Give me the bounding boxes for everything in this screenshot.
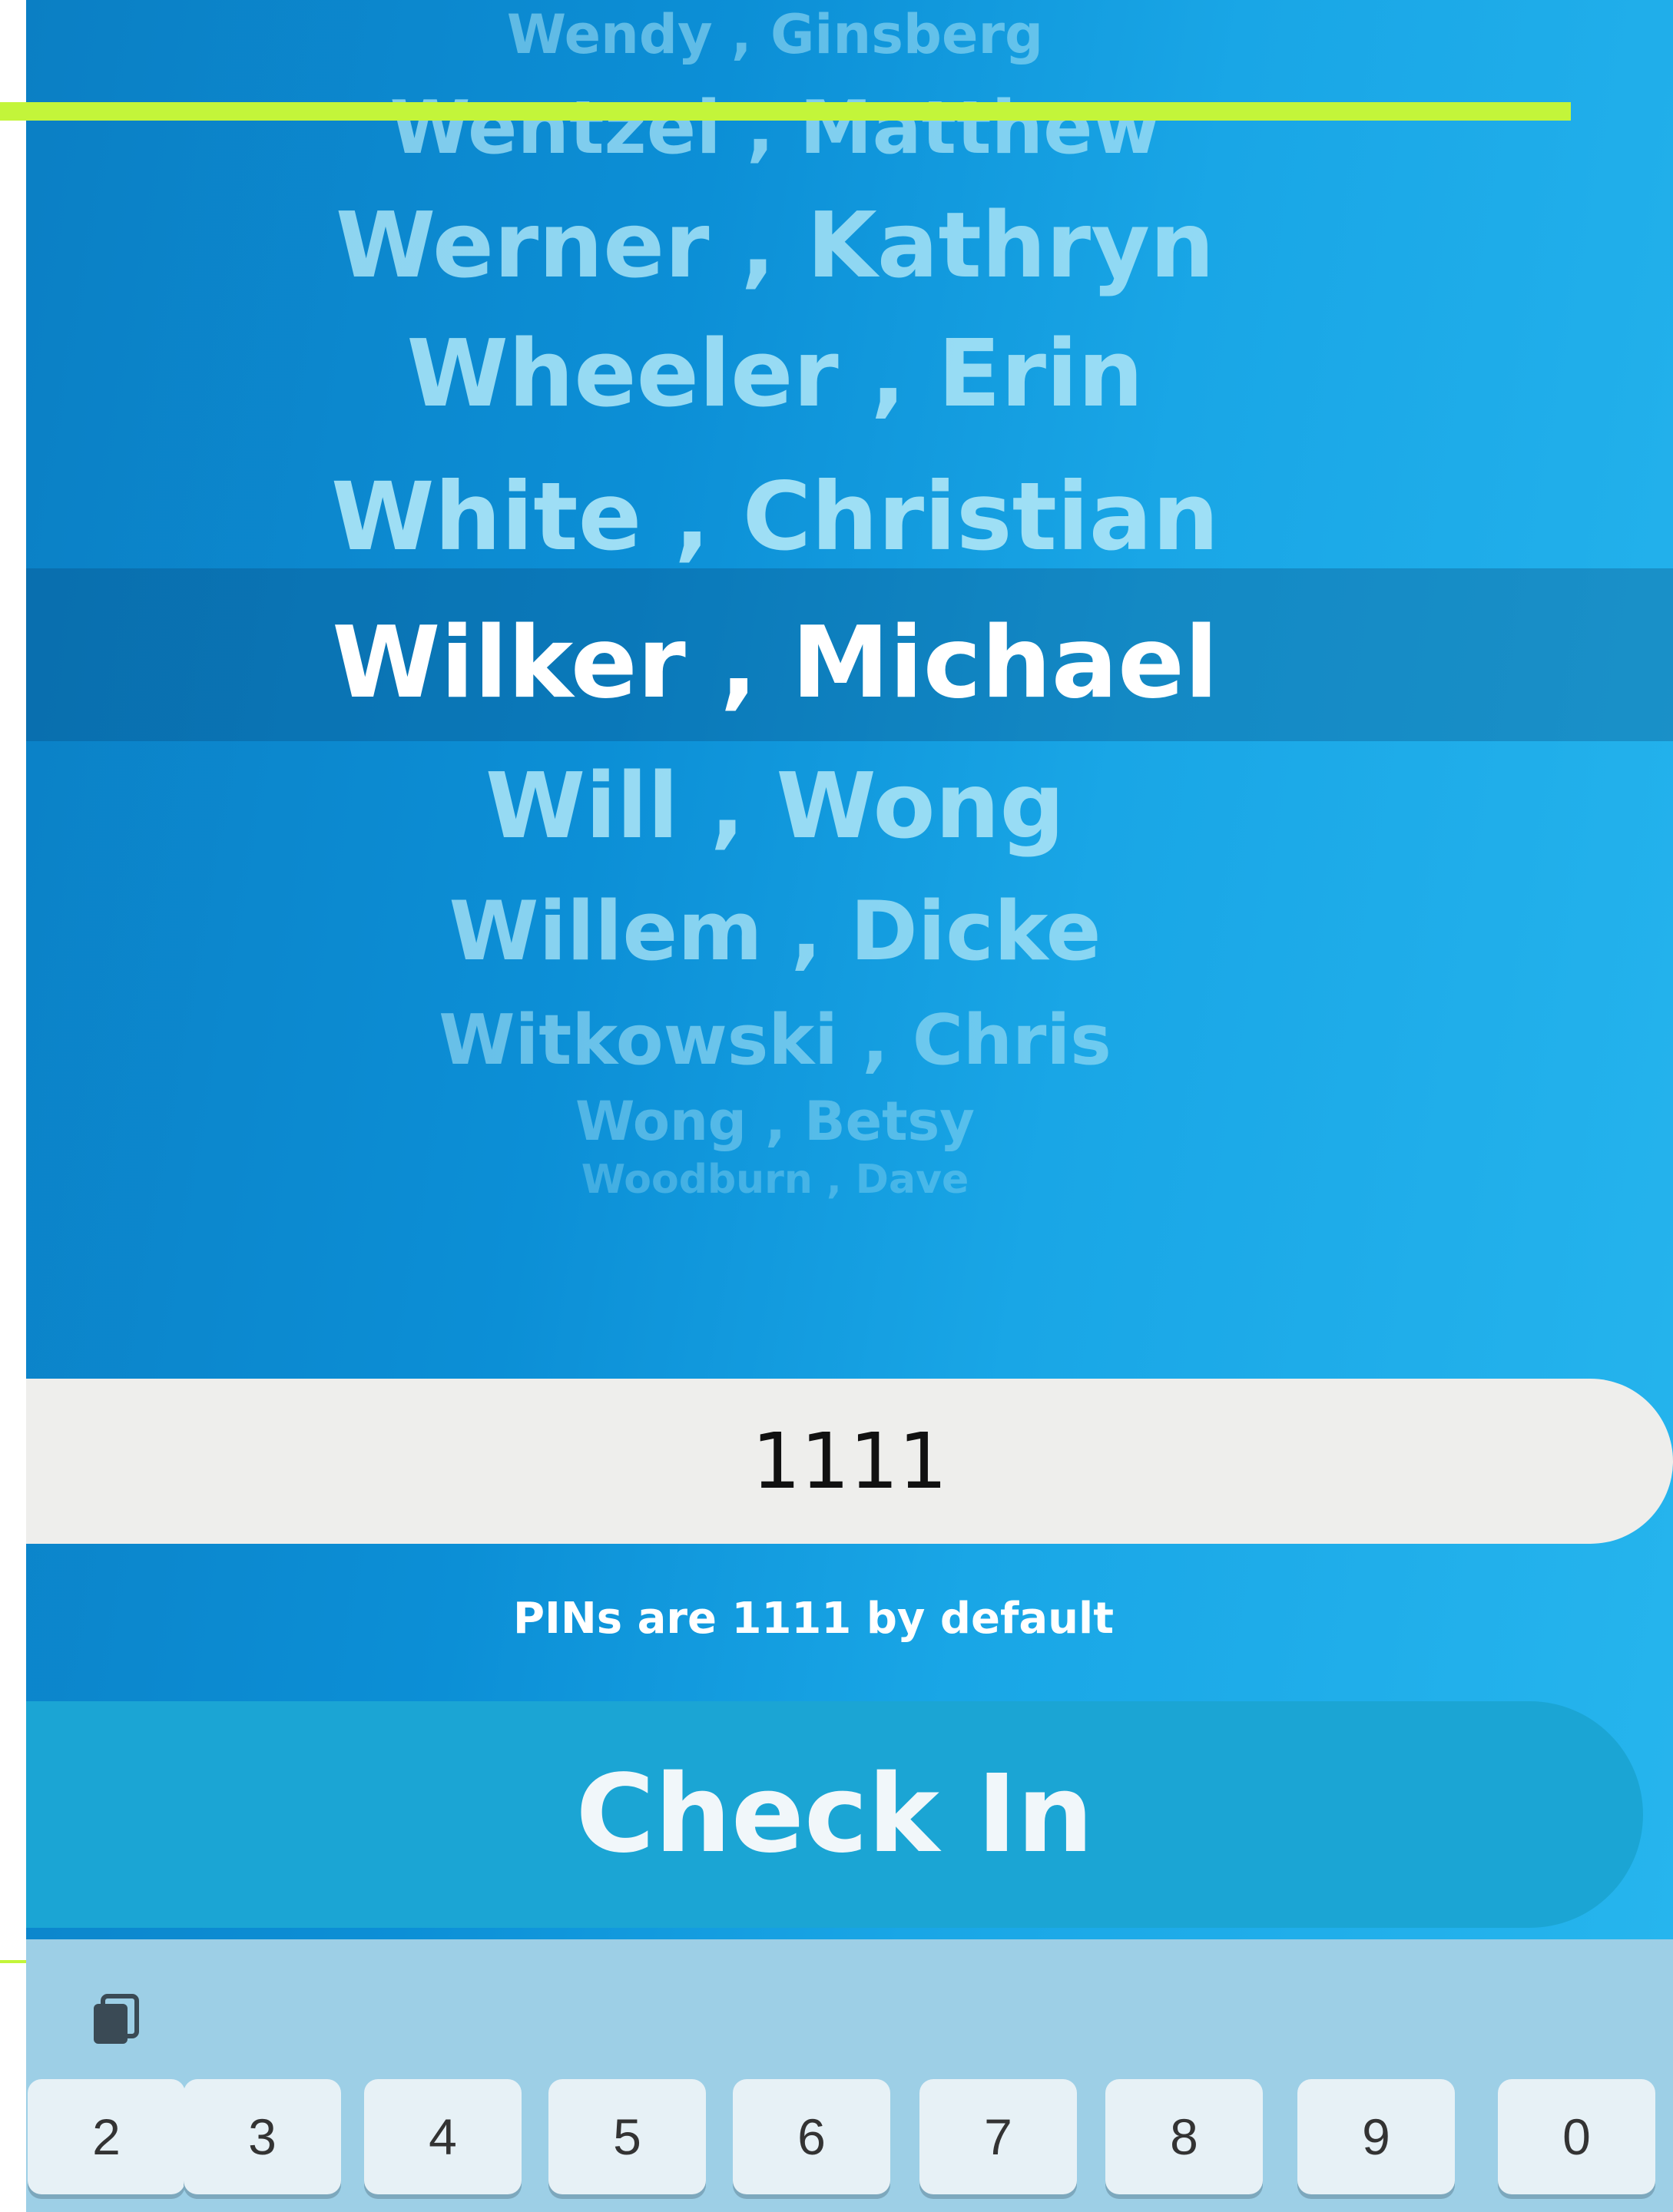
picker-item[interactable]: Willem , Dicke <box>26 891 1524 972</box>
key-7[interactable]: 7 <box>919 2079 1077 2194</box>
picker-item[interactable]: Will , Wong <box>26 760 1524 851</box>
picker-item[interactable]: Witkowski , Chris <box>26 1006 1524 1075</box>
key-9[interactable]: 9 <box>1297 2079 1455 2194</box>
key-0[interactable]: 0 <box>1498 2079 1655 2194</box>
key-4[interactable]: 4 <box>364 2079 522 2194</box>
key-6[interactable]: 6 <box>733 2079 890 2194</box>
keyboard: 234567890 <box>26 1939 1673 2212</box>
key-5[interactable]: 5 <box>548 2079 706 2194</box>
picker-item[interactable]: Wheeler , Erin <box>26 329 1524 421</box>
picker-item[interactable]: Wendy , Ginsberg <box>26 8 1524 61</box>
pin-hint: PINs are 1111 by default <box>513 1594 1114 1644</box>
key-3[interactable]: 3 <box>184 2079 341 2194</box>
picker-item[interactable]: Woodburn , Dave <box>26 1160 1524 1200</box>
key-2[interactable]: 2 <box>28 2079 185 2194</box>
accent-line <box>0 102 1571 121</box>
check-in-button[interactable]: Check In <box>26 1701 1643 1928</box>
checkin-screen: Wendy , Ginsberg Wentzel , Matthew Werner … <box>26 0 1673 2212</box>
picker-item[interactable]: White , Christian <box>26 470 1524 564</box>
picker-item[interactable]: Werner , Kathryn <box>26 200 1524 290</box>
keys-row: 234567890 <box>26 2079 1673 2202</box>
pin-input[interactable] <box>26 1379 1673 1544</box>
picker-item[interactable]: Wong , Betsy <box>26 1094 1524 1148</box>
key-8[interactable]: 8 <box>1105 2079 1263 2194</box>
picker-item-selected[interactable]: Wilker , Michael <box>26 614 1524 713</box>
paste-icon[interactable] <box>89 1993 143 2047</box>
name-picker[interactable]: Wendy , Ginsberg Wentzel , Matthew Werner … <box>26 0 1673 1306</box>
accent-stub <box>0 1960 26 1963</box>
